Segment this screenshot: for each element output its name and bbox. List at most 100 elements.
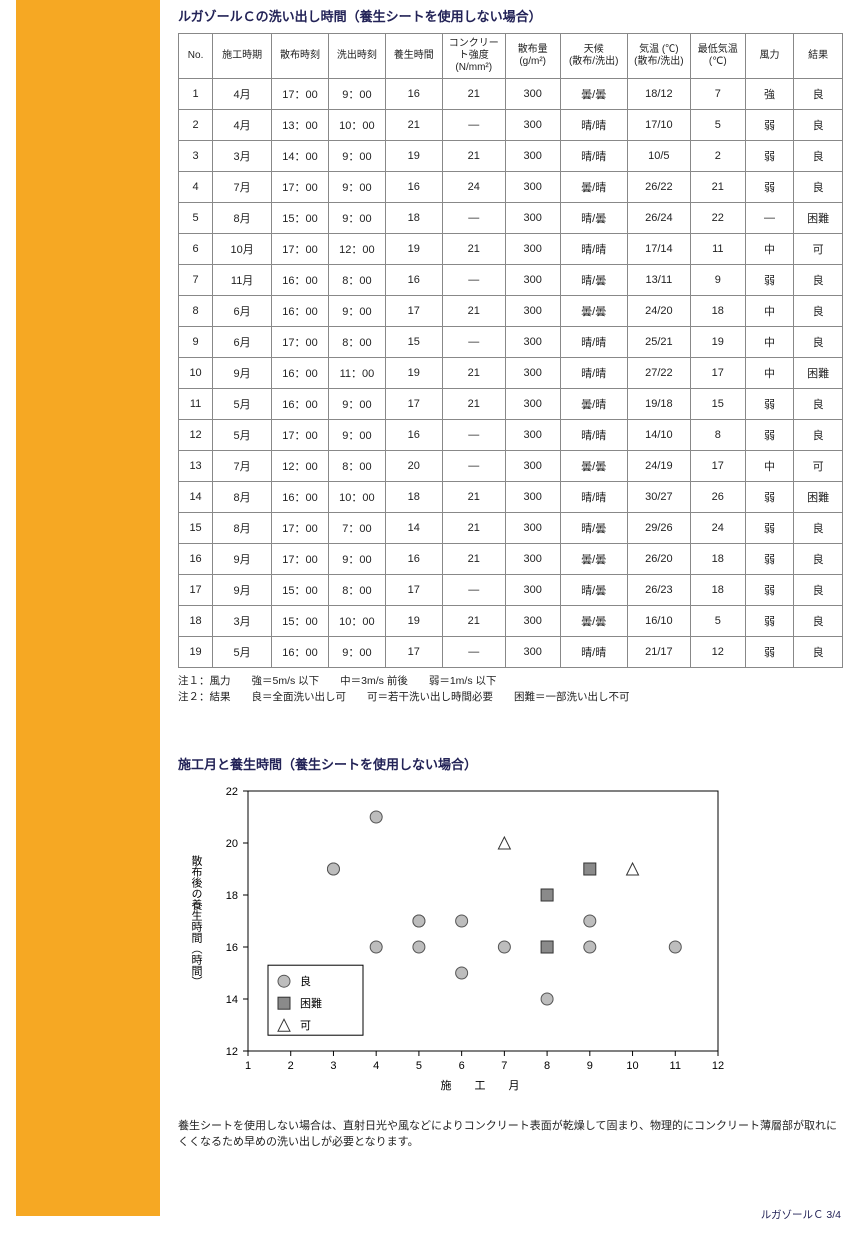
cell-month: 9月 [213,544,272,575]
cell-wind: 中 [745,358,794,389]
cell-wind: 弱 [745,637,794,668]
cell-result: 困難 [794,358,843,389]
cell-amt: 300 [505,513,560,544]
cell-mintemp: 7 [690,79,745,110]
cell-conc: — [442,637,505,668]
cell-spray: 16：00 [272,358,329,389]
cell-wind: 中 [745,327,794,358]
cell-no: 5 [179,203,213,234]
cell-cure: 17 [385,575,442,606]
cell-spray: 16：00 [272,637,329,668]
cell-mintemp: 19 [690,327,745,358]
table-row: 610月17：0012：001921300晴/晴17/1411中可 [179,234,843,265]
cell-wash: 9：00 [328,172,385,203]
cell-wash: 7：00 [328,513,385,544]
cell-conc: 21 [442,389,505,420]
cell-month: 6月 [213,327,272,358]
svg-text:施 工 月: 施 工 月 [441,1079,526,1092]
cell-conc: — [442,575,505,606]
cell-spray: 17：00 [272,234,329,265]
cell-wash: 9：00 [328,141,385,172]
cell-weather: 晴/曇 [560,513,627,544]
cell-month: 5月 [213,637,272,668]
cell-temp: 10/5 [627,141,690,172]
cell-mintemp: 22 [690,203,745,234]
cell-wind: 弱 [745,141,794,172]
cell-mintemp: 24 [690,513,745,544]
svg-text:3: 3 [330,1060,336,1072]
cell-mintemp: 9 [690,265,745,296]
cell-temp: 24/19 [627,451,690,482]
cell-mintemp: 8 [690,420,745,451]
cell-mintemp: 18 [690,544,745,575]
svg-text:12: 12 [226,1046,238,1058]
cell-no: 15 [179,513,213,544]
cell-month: 4月 [213,79,272,110]
svg-text:可: 可 [300,1020,311,1032]
cell-temp: 16/10 [627,606,690,637]
cell-result: 良 [794,513,843,544]
cell-amt: 300 [505,234,560,265]
cell-cure: 16 [385,172,442,203]
cell-spray: 15：00 [272,606,329,637]
cell-weather: 晴/晴 [560,420,627,451]
cell-wind: 中 [745,234,794,265]
cell-no: 9 [179,327,213,358]
cell-month: 9月 [213,575,272,606]
col-header-amt: 散布量(g/m²) [505,34,560,79]
cell-temp: 14/10 [627,420,690,451]
cell-temp: 26/23 [627,575,690,606]
cell-result: 良 [794,327,843,358]
cell-cure: 19 [385,141,442,172]
cell-result: 良 [794,79,843,110]
scatter-chart: 123456789101112121416182022施 工 月散布後の養生時間… [178,781,738,1101]
cell-cure: 18 [385,203,442,234]
col-header-spray: 散布時刻 [272,34,329,79]
cell-cure: 16 [385,420,442,451]
cell-cure: 21 [385,110,442,141]
cell-wash: 9：00 [328,420,385,451]
cell-conc: 21 [442,296,505,327]
cell-wash: 10：00 [328,606,385,637]
col-header-mintemp: 最低気温(℃) [690,34,745,79]
cell-month: 4月 [213,110,272,141]
cell-amt: 300 [505,172,560,203]
cell-conc: 21 [442,234,505,265]
cell-mintemp: 17 [690,358,745,389]
note-2: 注２：結果 良＝全面洗い出し可 可＝若干洗い出し時間必要 困難＝一部洗い出し不可 [178,690,843,706]
cell-spray: 13：00 [272,110,329,141]
cell-conc: 21 [442,141,505,172]
cell-wind: 弱 [745,482,794,513]
cell-no: 14 [179,482,213,513]
cell-month: 7月 [213,451,272,482]
cell-wash: 12：00 [328,234,385,265]
table-row: 158月17：007：001421300晴/曇29/2624弱良 [179,513,843,544]
cell-temp: 17/10 [627,110,690,141]
cell-temp: 25/21 [627,327,690,358]
cell-weather: 晴/晴 [560,234,627,265]
cell-temp: 29/26 [627,513,690,544]
cell-temp: 21/17 [627,637,690,668]
cell-spray: 16：00 [272,389,329,420]
cell-amt: 300 [505,389,560,420]
cell-month: 8月 [213,482,272,513]
cell-amt: 300 [505,265,560,296]
cell-wash: 9：00 [328,79,385,110]
svg-text:困難: 困難 [300,997,322,1010]
cell-cure: 16 [385,544,442,575]
cell-weather: 曇/曇 [560,544,627,575]
cell-no: 11 [179,389,213,420]
cell-conc: — [442,110,505,141]
cell-no: 18 [179,606,213,637]
table-row: 711月16：008：0016—300晴/曇13/119弱良 [179,265,843,296]
cell-amt: 300 [505,296,560,327]
cell-amt: 300 [505,203,560,234]
col-header-temp: 気温 (℃)(散布/洗出) [627,34,690,79]
cell-weather: 晴/晴 [560,110,627,141]
cell-wind: — [745,203,794,234]
svg-text:20: 20 [226,838,238,850]
sidebar-accent [16,0,160,1216]
cell-result: 良 [794,420,843,451]
data-table: No.施工時期散布時刻洗出時刻養生時間コンクリート強度(N/mm²)散布量(g/… [178,33,843,668]
cell-conc: 21 [442,482,505,513]
